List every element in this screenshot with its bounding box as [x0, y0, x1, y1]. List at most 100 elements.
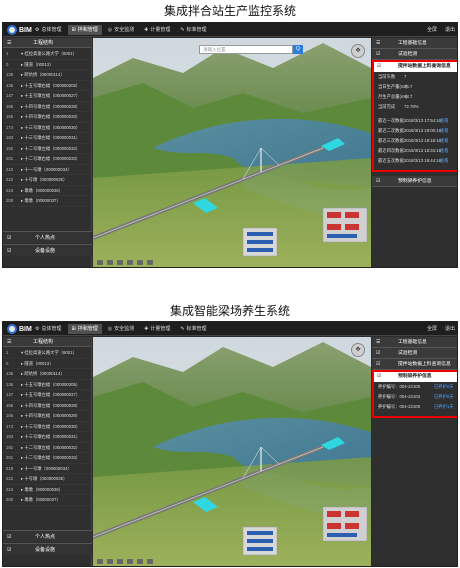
scene-tool-icon[interactable]: [137, 559, 143, 564]
panel-section-1[interactable]: ☑ 试验检测: [372, 49, 457, 60]
scene-tool-icon[interactable]: [147, 260, 153, 265]
info-link[interactable]: 查看: [440, 126, 449, 136]
fullscreen-button[interactable]: 全屏: [427, 25, 437, 35]
top-menu-bar: BIM ⚙ 总体管理 ⊞ 拌和管理 ◎ 安全监测 ✚ 计量管理 ✎ 标准管理 全屏 退出: [3, 322, 457, 336]
3d-terrain-scene[interactable]: [93, 337, 371, 566]
tree-row[interactable]: 183 ▸ 十三号墩右幅（000000031）: [3, 133, 91, 144]
info-link[interactable]: 查看: [440, 136, 449, 146]
info-value: 2018/3/13 18:44:18: [404, 158, 442, 163]
sidebar-footer-item-1[interactable]: ☑ 设备设施: [3, 543, 92, 555]
tree-row[interactable]: 174 ▸ 十三号墩左幅（000000030）: [3, 422, 91, 432]
compass-icon[interactable]: ✥: [351, 44, 365, 58]
tree-row-name: ▸ 十四号墩右幅（000000028）: [21, 114, 81, 119]
tree-row[interactable]: 192 ▸ 十二号墩左幅（000000032）: [3, 443, 91, 453]
tree-row[interactable]: 200 ▸ 墩墩（00000037）: [3, 495, 91, 506]
nav-item-1[interactable]: ⊞ 拌和管理: [67, 324, 102, 334]
fullscreen-button[interactable]: 全屏: [427, 324, 437, 334]
tree-row[interactable]: 1 ▾ 桂拉高速公路大学（6001）: [3, 49, 91, 60]
tree-row[interactable]: 147 ▸ 十五号墩左幅（000000027）: [3, 91, 91, 102]
tree-row[interactable]: 165 ▸ 十四号墩右幅（000000028）: [3, 112, 91, 123]
nav-item-3[interactable]: ✚ 计量管理: [140, 324, 174, 334]
search-input[interactable]: 请输入位置: [199, 45, 293, 54]
tree-row[interactable]: 165 ▸ 十四号墩右幅（000000028）: [3, 411, 91, 422]
nav-item-3[interactable]: ✚ 计量管理: [140, 25, 174, 35]
tree-row[interactable]: 156 ▸ 十四号墩左幅（000000028）: [3, 102, 91, 112]
app-logo[interactable]: BIM: [7, 323, 32, 335]
scene-tool-icon[interactable]: [137, 260, 143, 265]
info-link[interactable]: 已养护1天: [434, 402, 454, 412]
highlighted-info-box: ☑ 搅拌站数据上料查询信息 当前车数 7 当日生产量(m³) 25.7 月生产总量(m³) 1…: [372, 60, 457, 172]
tree-row[interactable]: 218 ▸ 十一号墩（000000034）: [3, 464, 91, 474]
scene-tool-icon[interactable]: [107, 559, 113, 564]
nav-item-0[interactable]: ⚙ 总体管理: [31, 25, 66, 35]
tree-row[interactable]: 183 ▸ 十三号墩右幅（000000031）: [3, 432, 91, 443]
tree-row[interactable]: 222 ▸ 十号墩（000000035）: [3, 474, 91, 485]
info-link[interactable]: 查看: [440, 146, 449, 156]
tree-row[interactable]: 1 ▾ 桂拉高速公路大学（6001）: [3, 348, 91, 359]
info-link[interactable]: 查看: [440, 116, 449, 126]
tree-row[interactable]: 136 ▸ 十五号墩右幅（000000205）: [3, 81, 91, 91]
tree-row[interactable]: 222 ▸ 十号墩（000000035）: [3, 175, 91, 186]
tree-row[interactable]: 201 ▸ 十二号墩右幅（000000033）: [3, 453, 91, 464]
info-box-title[interactable]: ☑ 搅拌站数据上料查询信息: [374, 62, 457, 72]
tree-row[interactable]: 201 ▸ 十二号墩右幅（000000033）: [3, 154, 91, 165]
tree-row-id: 165: [6, 413, 14, 418]
info-row: 当前车数 7: [374, 72, 457, 82]
tree-row[interactable]: 136 ▸ 十五号墩右幅（000000205）: [3, 380, 91, 390]
compass-icon[interactable]: ✥: [351, 343, 365, 357]
info-link[interactable]: 查看: [440, 156, 449, 166]
nav-item-2[interactable]: ◎ 安全监测: [104, 324, 138, 334]
tree-row[interactable]: 210 ▸ 十一号墩（000000034）: [3, 165, 91, 175]
nav-item-4[interactable]: ✎ 标准管理: [176, 324, 210, 334]
tree-row[interactable]: 147 ▸ 十五号墩左幅（000000027）: [3, 390, 91, 401]
tree-row[interactable]: 156 ▸ 十四号墩左幅（000000028）: [3, 401, 91, 411]
info-row: 最近四次数据 2018/3/13 18:34:18 查看: [374, 146, 457, 156]
panel-section-0[interactable]: ☰ 工程基础信息: [372, 38, 457, 49]
scene-tool-icon[interactable]: [97, 559, 103, 564]
tree-row[interactable]: 135 ▸ 跨坑桥（00000114）: [3, 70, 91, 81]
sidebar-footer-item-0[interactable]: ☑ 个人热点: [3, 231, 92, 243]
scene-viewport[interactable]: 请输入位置 Q ✥: [93, 38, 371, 267]
nav-icon: ◎: [107, 27, 113, 33]
tree-row-id: 192: [6, 145, 14, 151]
panel-section-2[interactable]: ☑ 搅拌站数据上料查询信息: [372, 359, 457, 370]
search-button[interactable]: Q: [293, 45, 303, 54]
tree-row[interactable]: 135 ▸ 跨坑桥（00000114）: [3, 369, 91, 380]
sidebar-footer-item-1[interactable]: ☑ 设备设施: [3, 244, 92, 256]
info-box-title[interactable]: ☑ 预制梁养护信息: [374, 372, 457, 382]
tree-row[interactable]: 224 ▸ 墩墩（000000036）: [3, 485, 91, 495]
panel-section-1[interactable]: ☑ 试验检测: [372, 348, 457, 359]
scene-tool-icon[interactable]: [127, 559, 133, 564]
tree-row[interactable]: 0 ▸ 隧道（00013）: [3, 359, 91, 369]
nav-item-4[interactable]: ✎ 标准管理: [176, 25, 210, 35]
scene-tool-icon[interactable]: [107, 260, 113, 265]
panel-section-0[interactable]: ☰ 工程基础信息: [372, 337, 457, 348]
nav-item-0[interactable]: ⚙ 总体管理: [31, 324, 66, 334]
info-link[interactable]: 已养护0天: [434, 392, 454, 402]
tree-row[interactable]: 224 ▸ 墩墩（000000036）: [3, 186, 91, 196]
structure-sidebar: ☰ 工程结构 1 ▾ 桂拉高速公路大学（6001） 0 ▸ 隧道（00013） 135 ▸ 跨…: [3, 337, 92, 566]
sidebar-footer-item-0[interactable]: ☑ 个人热点: [3, 530, 92, 542]
tree-row[interactable]: 174 ▸ 十三号墩左幅（000000030）: [3, 123, 91, 133]
panel-footer-section[interactable]: ☑ 预制梁养护信息: [372, 176, 457, 187]
tree-row-id: 0: [6, 61, 9, 67]
scene-tool-icon[interactable]: [117, 559, 123, 564]
scene-tool-icon[interactable]: [97, 260, 103, 265]
3d-terrain-scene[interactable]: [93, 38, 371, 267]
scene-tool-icon[interactable]: [117, 260, 123, 265]
scene-tool-icon[interactable]: [127, 260, 133, 265]
logout-button[interactable]: 退出: [445, 25, 455, 35]
tree-row[interactable]: 0 ▸ 隧道（00013）: [3, 60, 91, 70]
info-value: 2018/3/13 18:16:18: [404, 138, 442, 143]
checkbox-icon: ☑: [377, 64, 382, 69]
info-value: 7: [404, 74, 407, 79]
logout-button[interactable]: 退出: [445, 324, 455, 334]
scene-viewport[interactable]: ✥: [93, 337, 371, 566]
nav-item-2[interactable]: ◎ 安全监测: [104, 25, 138, 35]
info-link[interactable]: 已养护0天: [434, 382, 454, 392]
tree-row[interactable]: 192 ▸ 十二号墩左幅（000000032）: [3, 144, 91, 154]
nav-item-1[interactable]: ⊞ 拌和管理: [67, 25, 102, 35]
scene-tool-icon[interactable]: [147, 559, 153, 564]
app-logo[interactable]: BIM: [7, 24, 32, 36]
tree-row[interactable]: 200 ▸ 墩墩（00000037）: [3, 196, 91, 207]
